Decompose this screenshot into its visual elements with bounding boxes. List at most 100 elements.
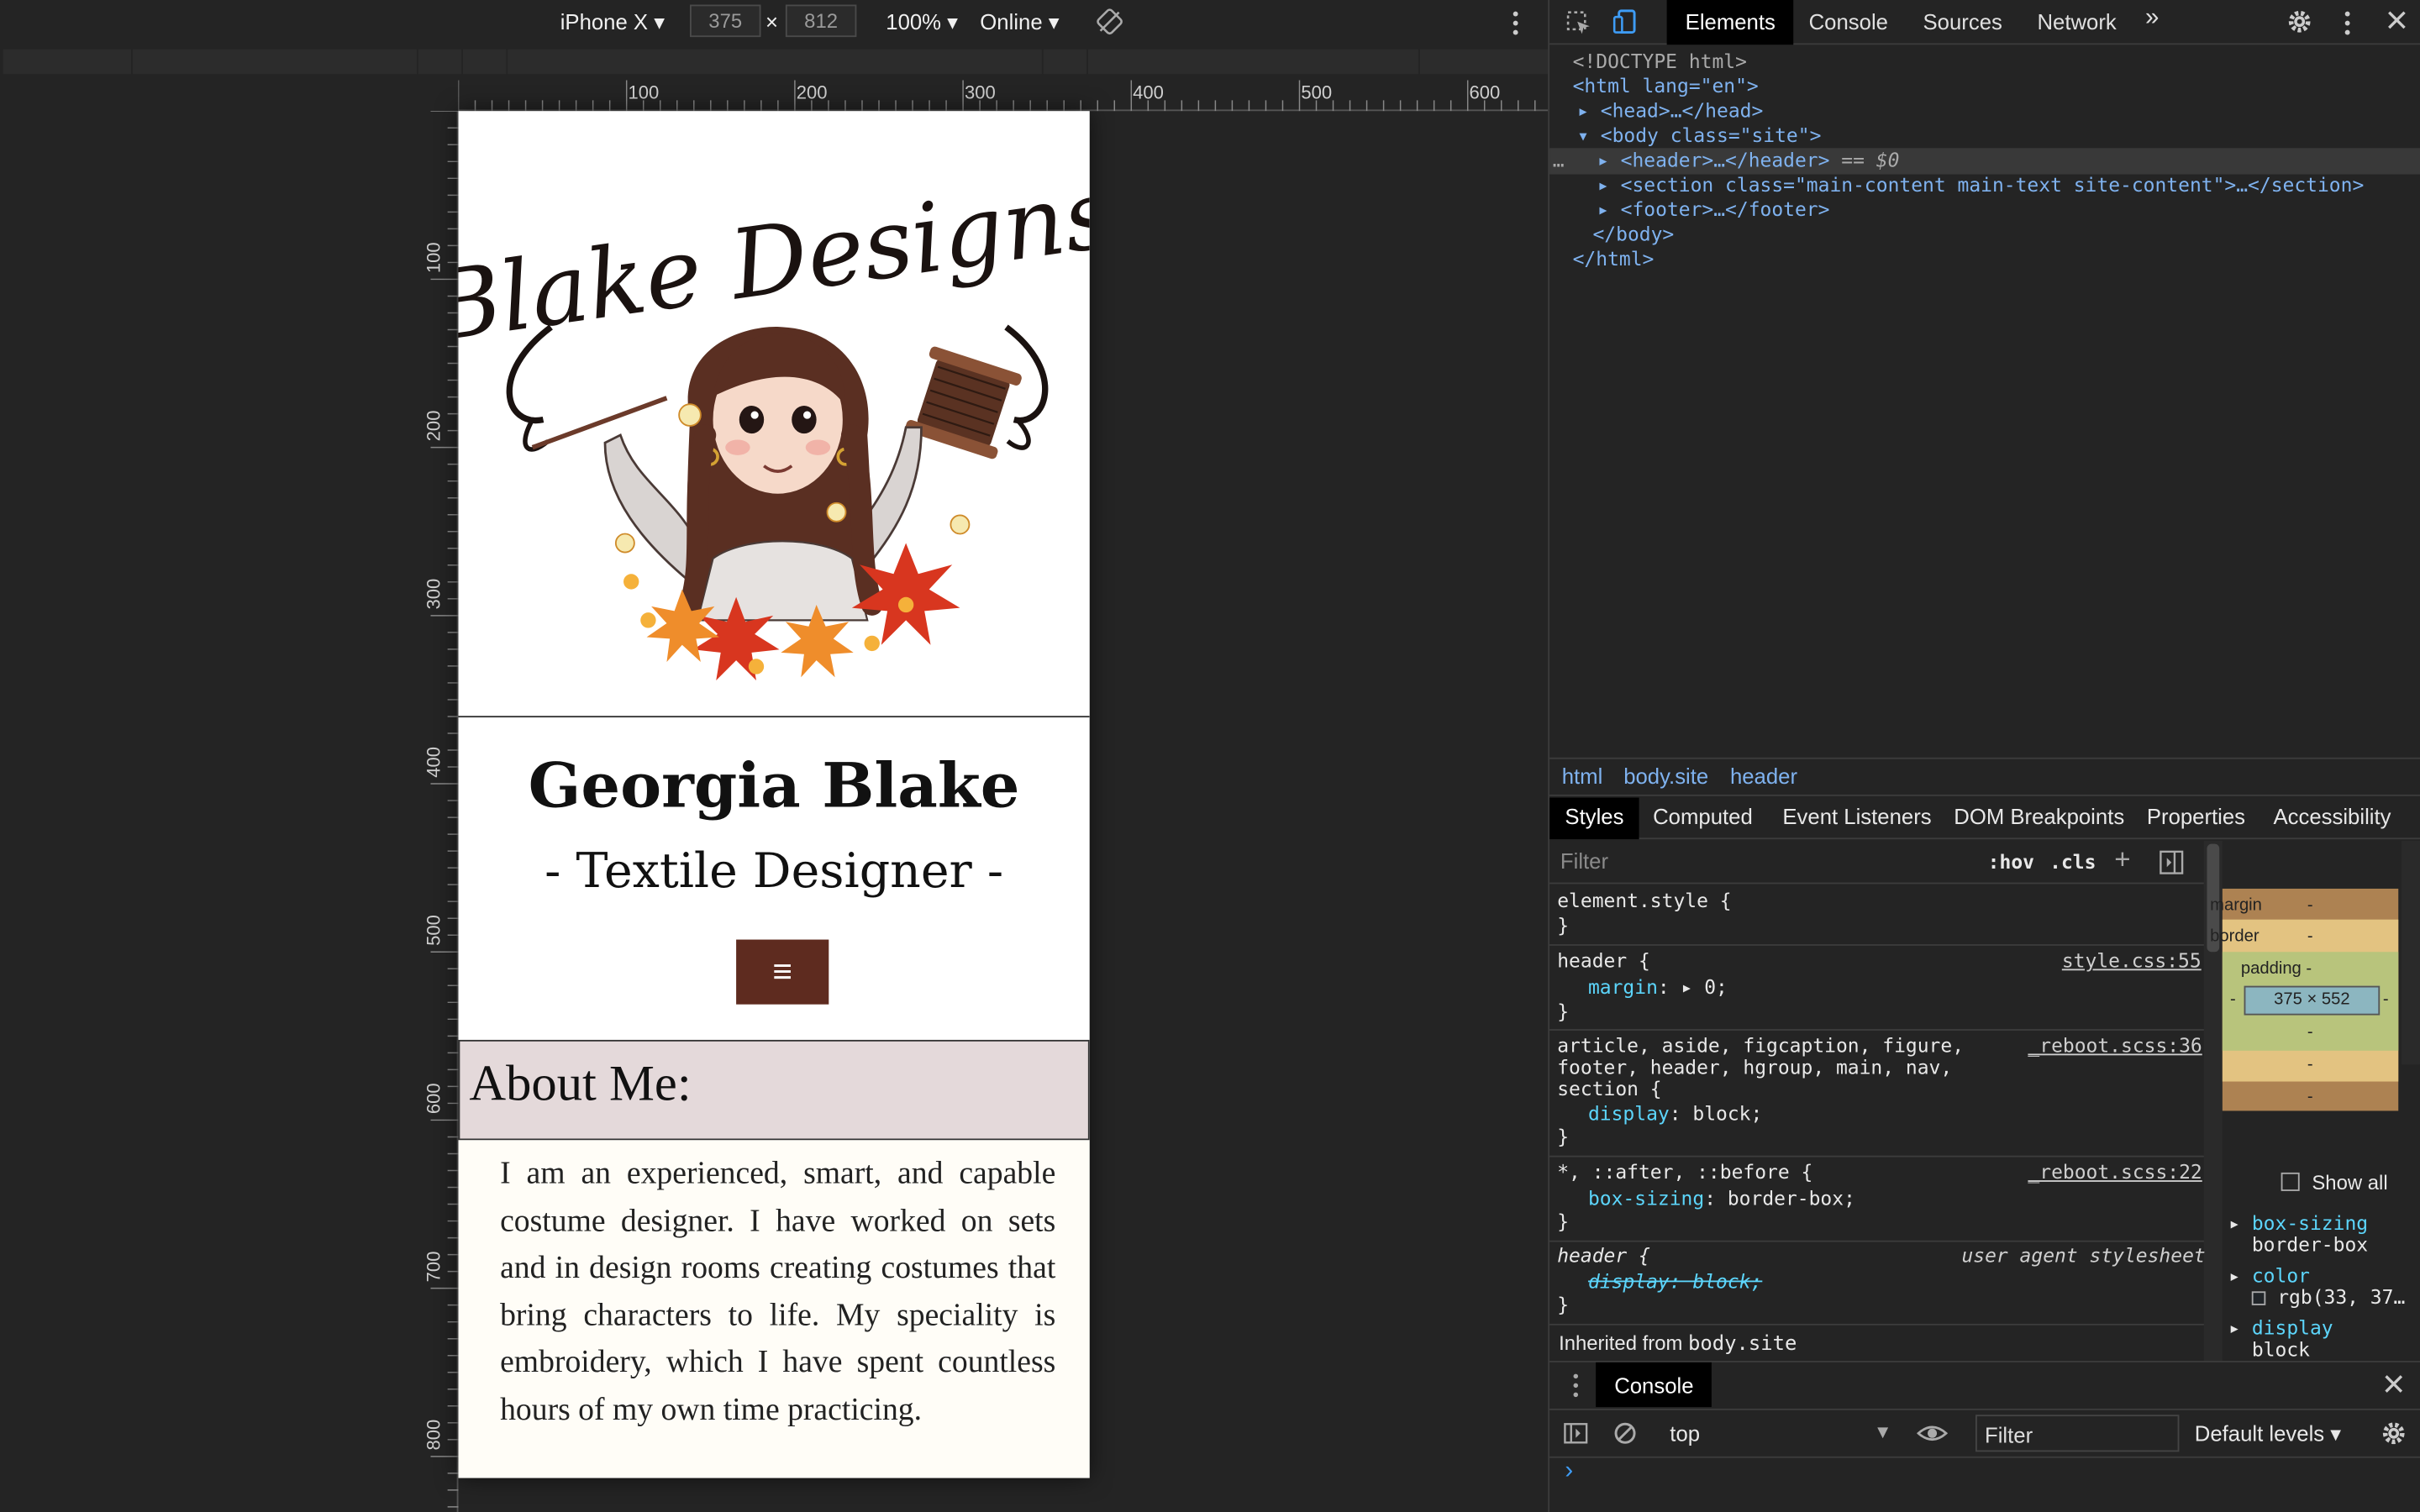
rule-selector[interactable]: section { [1557,1077,1661,1102]
dom-footer[interactable]: ▸ <footer>…</footer> [1597,197,1829,223]
zoom-select[interactable]: 100% ▾ [886,9,958,35]
site-subtitle: - Textile Designer - [544,843,1004,900]
computed-item[interactable]: ▸ box-sizing border-box [2228,1212,2368,1256]
inspect-icon[interactable] [1565,9,1592,45]
rule-declaration[interactable]: margin: ▸ 0; [1588,975,1728,1000]
dom-section[interactable]: ▸ <section class="main-content main-text… [1597,173,2364,198]
breadcrumb-header[interactable]: header [1730,764,1797,788]
dom-header[interactable]: ▸ <header>…</header> == $0 [1597,148,1899,173]
ruler-label: 300 [964,81,996,104]
width-input[interactable]: 375 [690,4,761,38]
tab-properties[interactable]: Properties [2147,804,2245,828]
context-select[interactable]: top [1670,1421,1700,1446]
ruler-label: 400 [1133,81,1164,104]
ruler-label: 800 [423,1419,445,1451]
rule-declaration[interactable]: display: block; [1588,1101,1762,1126]
drawer-menu-icon[interactable] [1571,1372,1581,1407]
new-rule-icon[interactable]: + [2114,844,2130,877]
tab-event-listeners[interactable]: Event Listeners [1782,804,1931,828]
ruler-label: 100 [628,81,660,104]
breadcrumb-html[interactable]: html [1562,764,1603,788]
rule-selector[interactable]: *, ::after, ::before { [1557,1160,1812,1185]
tab-accessibility[interactable]: Accessibility [2273,804,2391,828]
hov-button[interactable]: :hov [1988,850,2034,874]
tab-elements[interactable]: Elements [1666,0,1794,45]
more-vertical-icon[interactable] [2341,9,2354,45]
rotate-icon[interactable] [1096,8,1123,40]
device-select[interactable]: iPhone X ▾ [560,9,665,35]
about-section: I am an experienced, smart, and capable … [458,1140,1090,1478]
gear-icon[interactable] [2286,8,2313,43]
log-levels-select[interactable]: Default levels ▾ [2195,1421,2341,1447]
dom-html-close[interactable]: </html> [1573,247,1655,272]
box-border-bottom[interactable]: - [2307,1055,2313,1074]
rule-source-link[interactable]: _reboot.scss:22 [2028,1160,2202,1185]
dom-body-close[interactable]: </body> [1592,222,1674,247]
box-margin-top[interactable]: - [2307,896,2313,915]
box-scrollbar[interactable] [2401,841,2420,1065]
box-border-top[interactable]: - [2307,927,2313,946]
inherited-label: Inherited from body.site [1559,1331,1797,1357]
rule-source: user agent stylesheet [1961,1243,2206,1267]
device-toggle-icon[interactable] [1612,8,1639,43]
tab-dom-breakpoints[interactable]: DOM Breakpoints [1954,804,2124,828]
computed-item[interactable]: ▸ color rgb(33, 37… [2228,1264,2405,1308]
ruler-label: 200 [423,410,445,442]
horizontal-ruler: 100 200 300 400 500 600 [458,80,1549,112]
show-all-label: Show all [2312,1171,2388,1194]
rule-source-link[interactable]: style.css:55 [2062,949,2202,974]
close-icon[interactable] [2383,1373,2405,1403]
dom-html-open[interactable]: <html lang="en"> [1573,74,1759,99]
media-query-bar[interactable] [0,46,1549,77]
sidebar-toggle-icon[interactable] [1564,1421,1588,1454]
dom-head[interactable]: ▸ <head>…</head> [1577,99,1763,124]
close-icon[interactable] [2385,8,2409,40]
drawer-tab-console[interactable]: Console [1596,1362,1712,1408]
rule-source-link[interactable]: _reboot.scss:36 [2028,1034,2202,1059]
rule-selector[interactable]: header { [1557,1243,1650,1268]
tab-styles[interactable]: Styles [1549,797,1639,840]
eye-icon[interactable] [1916,1421,1949,1454]
console-prompt[interactable]: › [1565,1458,1573,1486]
context-dropdown-icon[interactable]: ▼ [1874,1421,1892,1443]
times-sign: × [765,9,779,34]
show-all-checkbox[interactable] [2281,1172,2300,1191]
about-title: About Me: [469,1057,692,1113]
ruler-label: 100 [423,242,445,274]
more-tabs-icon[interactable]: » [2145,5,2159,33]
dom-row-ellipsis[interactable]: … [1553,148,1565,173]
more-vertical-icon[interactable] [1509,9,1522,42]
box-margin-bottom[interactable]: - [2307,1088,2313,1106]
rule-selector[interactable]: header { [1557,949,1650,974]
rule-declaration[interactable]: box-sizing: border-box; [1588,1186,1855,1211]
styles-scrollbar[interactable] [2203,841,2223,1361]
vertical-ruler: 100 200 300 400 500 600 700 800 [423,111,459,1512]
gear-icon[interactable] [2380,1420,2407,1455]
console-filter-input[interactable]: Filter [1975,1415,2180,1452]
dom-body-open[interactable]: ▾ <body class="site"> [1577,123,1821,149]
height-input[interactable]: 812 [785,4,857,38]
rule-declaration-overridden[interactable]: display: block; [1588,1270,1762,1295]
sidebar-toggle-icon[interactable] [2160,850,2184,879]
ruler-label: 500 [1301,81,1333,104]
styles-filter-input[interactable]: Filter [1560,848,1608,873]
rule-selector[interactable]: element.style { [1557,889,1731,914]
rule-close: } [1557,1209,1570,1233]
ruler-label: 400 [423,746,445,778]
box-content-size[interactable]: 375 × 552 [2244,985,2381,1016]
computed-item[interactable]: ▸ display block [2228,1317,2333,1361]
clear-console-icon[interactable] [1612,1421,1637,1454]
menu-toggle-button[interactable]: ≡ [736,939,829,1005]
network-select[interactable]: Online ▾ [980,9,1059,35]
breadcrumb-body[interactable]: body.site [1623,764,1708,788]
about-text: I am an experienced, smart, and capable … [500,1157,1056,1427]
tab-sources[interactable]: Sources [1923,9,2002,34]
tab-computed[interactable]: Computed [1653,804,1753,828]
tab-network[interactable]: Network [2037,9,2116,34]
tab-console[interactable]: Console [1809,9,1888,34]
box-padding-bottom[interactable]: - [2307,1023,2313,1042]
cls-button[interactable]: .cls [2049,850,2096,874]
box-padding-left[interactable]: - [2230,990,2236,1009]
ruler-label: 700 [423,1251,445,1283]
box-padding-right[interactable]: - [2383,990,2389,1009]
